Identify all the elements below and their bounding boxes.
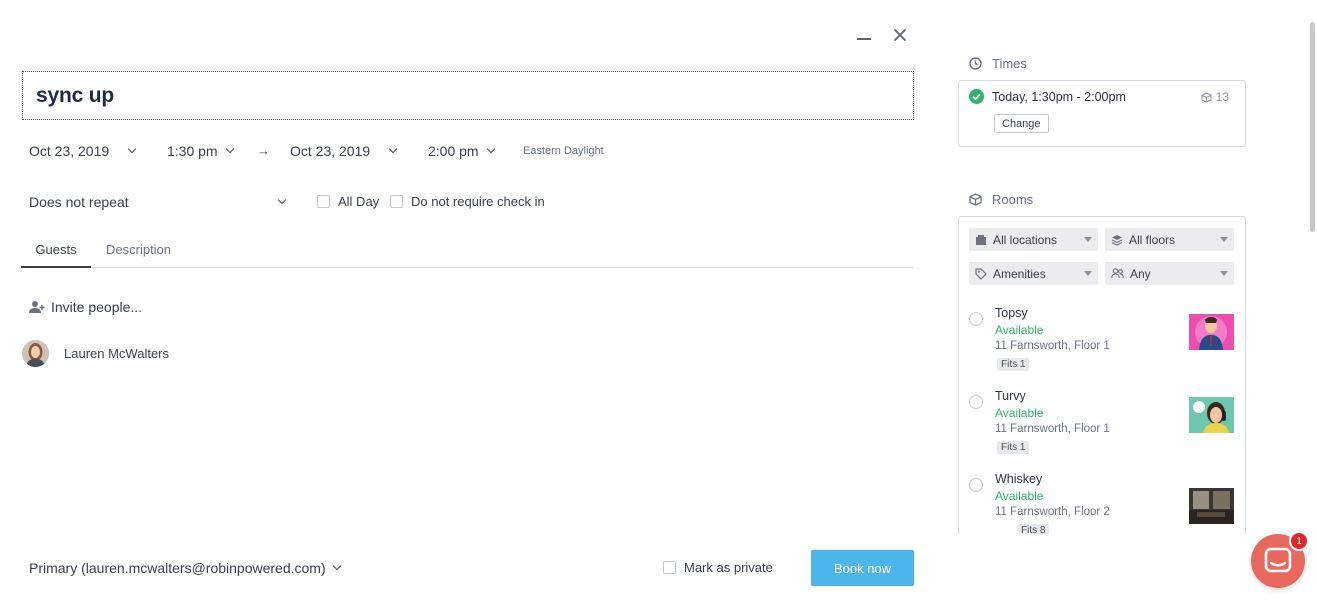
room-capacity-badge: Fits 8 [1017,524,1050,534]
room-radio[interactable] [969,478,983,492]
chevron-down-icon [486,144,495,154]
room-item[interactable]: Turvy Available 11 Farnsworth, Floor 1 F… [969,387,1235,467]
floor-filter[interactable]: All floors [1105,228,1234,251]
caret-down-icon [1084,237,1092,242]
room-capacity-badge: Fits 1 [997,358,1030,371]
room-item[interactable]: Topsy Available 11 Farnsworth, Floor 1 F… [969,304,1235,384]
checkbox-box[interactable] [317,195,330,208]
checkbox-box[interactable] [390,195,403,208]
no-checkin-checkbox[interactable]: Do not require check in [390,194,545,209]
event-title-value: sync up [36,84,114,107]
caret-down-icon [1220,271,1228,276]
floor-filter-label: All floors [1129,232,1176,247]
arrow-right-icon: → [257,143,270,158]
close-icon [894,29,906,41]
all-day-checkbox[interactable]: All Day [317,194,379,209]
room-capacity-badge: Fits 1 [997,441,1030,454]
building-icon [976,235,986,245]
caret-down-icon [1084,271,1092,276]
people-icon [1111,268,1124,279]
rooms-heading: Rooms [969,192,1033,207]
room-radio[interactable] [969,395,983,409]
scrollbar[interactable] [1310,22,1315,232]
tab-description[interactable]: Description [106,241,171,268]
room-photo [1189,314,1234,350]
time-slot[interactable]: Today, 1:30pm - 2:00pm [969,89,1126,104]
calendar-value: Primary (lauren.mcwalters@robinpowered.c… [29,560,326,576]
location-filter-label: All locations [993,232,1058,247]
repeat-select[interactable]: Does not repeat [29,194,287,210]
capacity-filter[interactable]: Any [1105,262,1234,285]
room-photo [1189,397,1234,433]
end-date-select[interactable]: Oct 23, 2019 [290,143,398,159]
event-title-field[interactable]: sync up [22,71,914,120]
no-checkin-label: Do not require check in [411,194,545,209]
room-name: Turvy [995,389,1026,403]
tab-guests[interactable]: Guests [21,241,91,268]
room-status: Available [995,406,1044,420]
chevron-down-icon [127,144,137,154]
times-heading-label: Times [992,56,1027,71]
guest-name: Lauren McWalters [64,346,169,361]
all-day-label: All Day [338,194,380,209]
chevron-down-icon [388,144,398,154]
rooms-heading-label: Rooms [992,192,1034,207]
room-status: Available [995,489,1044,503]
start-time-value: 1:30 pm [167,143,218,159]
start-date-select[interactable]: Oct 23, 2019 [29,143,137,159]
chevron-down-icon [225,144,234,154]
add-person-icon [29,301,45,313]
room-radio[interactable] [969,312,983,326]
room-name: Whiskey [995,472,1043,486]
avatar [22,340,49,367]
location-filter[interactable]: All locations [969,228,1098,251]
amenities-filter-label: Amenities [993,266,1046,281]
chat-unread-badge: 1 [1289,531,1309,551]
end-time-value: 2:00 pm [428,143,479,159]
end-time-select[interactable]: 2:00 pm [428,143,495,159]
cube-icon [969,193,982,206]
invite-placeholder: Invite people... [51,299,143,315]
times-heading: Times [969,56,1027,71]
close-button[interactable] [891,26,909,44]
amenities-filter[interactable]: Amenities [969,262,1098,285]
check-circle-icon [969,89,984,104]
mark-private-checkbox[interactable]: Mark as private [663,560,773,575]
room-address: 11 Farnsworth, Floor 2 [995,506,1110,518]
time-slot-card: Today, 1:30pm - 2:00pm 13 Change [958,80,1246,147]
repeat-value: Does not repeat [29,194,129,210]
time-slot-label: Today, 1:30pm - 2:00pm [992,89,1126,104]
timezone-label[interactable]: Eastern Daylight [523,145,604,157]
room-address: 11 Farnsworth, Floor 1 [995,423,1110,435]
chevron-down-icon [277,195,287,205]
book-now-button[interactable]: Book now [811,550,914,586]
mark-private-label: Mark as private [684,560,773,575]
count-value: 13 [1215,90,1229,104]
room-address: 11 Farnsworth, Floor 1 [995,340,1110,352]
invite-people-input[interactable]: Invite people... [29,299,142,315]
room-status: Available [995,323,1044,337]
room-photo [1189,488,1234,524]
change-button[interactable]: Change [994,114,1049,133]
caret-down-icon [1220,237,1228,242]
room-item[interactable]: Whiskey Available 11 Farnsworth, Floor 2… [969,470,1235,534]
guest-row: Lauren McWalters [22,340,169,367]
calendar-select[interactable]: Primary (lauren.mcwalters@robinpowered.c… [29,560,341,576]
checkbox-box[interactable] [663,561,676,574]
cube-icon [1201,91,1212,103]
start-date-value: Oct 23, 2019 [29,143,110,159]
tab-bar: Guests Description [21,241,914,268]
clock-icon [969,57,982,70]
end-date-value: Oct 23, 2019 [290,143,371,159]
chevron-down-icon [332,561,341,571]
minimize-button[interactable] [855,26,873,44]
capacity-filter-label: Any [1130,266,1151,281]
start-time-select[interactable]: 1:30 pm [167,143,234,159]
room-name: Topsy [995,306,1028,320]
tag-icon [975,267,987,280]
available-rooms-count: 13 [1201,90,1229,104]
rooms-panel: All locations All floors Amenities Any T… [958,216,1246,534]
layers-icon [1111,234,1123,246]
